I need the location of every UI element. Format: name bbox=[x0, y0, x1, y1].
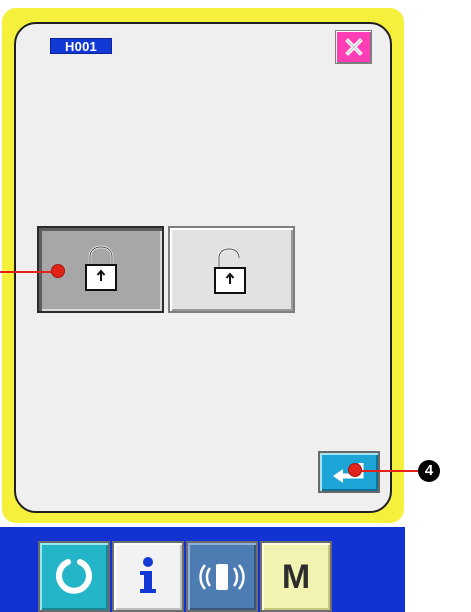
enter-callout-number: 4 bbox=[418, 460, 440, 482]
information-button[interactable] bbox=[112, 541, 184, 612]
lock-closed-icon bbox=[75, 244, 127, 296]
unlock-button[interactable] bbox=[168, 226, 295, 313]
ready-button[interactable] bbox=[38, 541, 110, 612]
mode-label: M bbox=[281, 557, 311, 596]
screen-code: H001 bbox=[50, 38, 112, 54]
ready-icon bbox=[53, 556, 95, 598]
info-icon bbox=[135, 555, 161, 599]
lock-callout-line bbox=[0, 271, 58, 273]
device-frame: H001 M 4 bbox=[0, 0, 440, 612]
close-icon bbox=[343, 36, 365, 58]
lock-callout-marker bbox=[51, 264, 65, 278]
mode-button[interactable]: M bbox=[260, 541, 332, 612]
lock-open-icon bbox=[204, 241, 260, 299]
close-button[interactable] bbox=[335, 30, 372, 64]
communication-button[interactable] bbox=[186, 541, 258, 612]
enter-callout-marker bbox=[348, 463, 362, 477]
lock-selector bbox=[37, 226, 299, 313]
enter-callout-line bbox=[355, 470, 418, 472]
communication-icon bbox=[196, 560, 248, 594]
